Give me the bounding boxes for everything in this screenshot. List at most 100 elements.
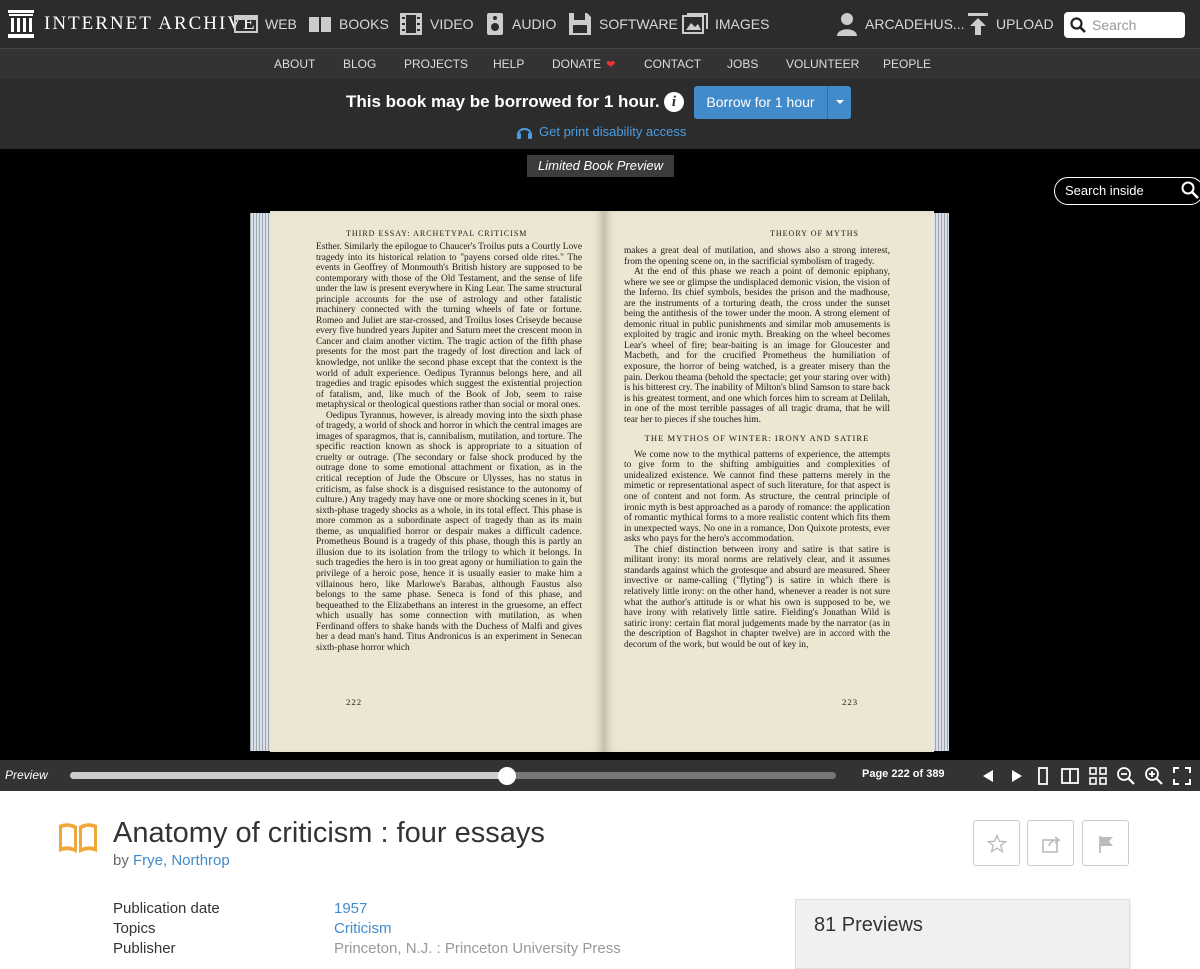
byline-prefix: by xyxy=(113,852,129,869)
nav-web-label: WEB xyxy=(265,16,297,32)
nav-audio[interactable]: AUDIO xyxy=(485,0,556,48)
flag-button[interactable] xyxy=(1082,820,1129,866)
metadata-value-topics[interactable]: Criticism xyxy=(334,920,392,937)
search-inside-input[interactable]: Search inside xyxy=(1054,177,1200,205)
page-edges-right xyxy=(933,213,949,751)
metadata-label-topics: Topics xyxy=(113,920,156,937)
preview-mode-label: Preview xyxy=(5,768,48,782)
subnav-contact[interactable]: CONTACT xyxy=(644,49,701,79)
metadata-value-publication-date[interactable]: 1957 xyxy=(334,900,367,917)
previews-count: 81 Previews xyxy=(814,914,923,936)
page-edges-left xyxy=(250,213,272,751)
site-search-placeholder: Search xyxy=(1092,17,1137,33)
share-button[interactable] xyxy=(1027,820,1074,866)
zoom-in-icon[interactable] xyxy=(1144,766,1164,786)
page-paragraph: At the end of this phase we reach a poin… xyxy=(624,267,890,425)
search-inside-icon[interactable] xyxy=(1181,181,1199,199)
borrow-message: This book may be borrowed for 1 hour. xyxy=(346,92,660,111)
page-folio: 222 xyxy=(346,697,363,707)
subnav-projects[interactable]: PROJECTS xyxy=(404,49,468,79)
secondary-navigation: ABOUT BLOG PROJECTS HELP DONATE ❤ CONTACT… xyxy=(0,48,1200,79)
page-paragraph: makes a great deal of mutilation, and sh… xyxy=(624,246,890,267)
search-icon xyxy=(1070,17,1086,33)
software-icon xyxy=(569,13,591,35)
user-icon xyxy=(837,13,857,36)
site-logo[interactable]: INTERNET ARCHIVE xyxy=(8,10,257,38)
running-head: THEORY OF MYTHS xyxy=(770,229,859,238)
share-icon xyxy=(1042,836,1061,853)
site-search-input[interactable]: Search xyxy=(1064,12,1185,38)
nav-books-label: BOOKS xyxy=(339,16,389,32)
nav-books[interactable]: BOOKS xyxy=(308,0,389,48)
headphones-icon xyxy=(517,127,532,139)
upload-button[interactable]: UPLOAD xyxy=(967,0,1054,48)
video-icon xyxy=(400,13,422,35)
nav-software[interactable]: SOFTWARE xyxy=(568,0,678,48)
print-disability-label: Get print disability access xyxy=(539,124,687,139)
subnav-blog[interactable]: BLOG xyxy=(343,49,376,79)
page-slider-track[interactable] xyxy=(70,772,836,779)
web-icon xyxy=(234,15,258,33)
top-navigation: INTERNET ARCHIVE WEB BOOKS VIDEO AUDIO S… xyxy=(0,0,1200,48)
next-page-icon[interactable] xyxy=(1006,766,1026,786)
username: ARCADEHUS... xyxy=(865,16,965,32)
nav-video-label: VIDEO xyxy=(430,16,474,32)
section-heading: THE MYTHOS OF WINTER: IRONY AND SATIRE xyxy=(644,433,870,444)
subnav-donate-label: DONATE xyxy=(552,57,602,71)
book-page-right[interactable]: THEORY OF MYTHS makes a great deal of mu… xyxy=(604,211,934,752)
book-page-left[interactable]: THIRD ESSAY: ARCHETYPAL CRITICISM Esther… xyxy=(270,211,604,752)
archive-logo-icon xyxy=(8,10,34,38)
flag-icon xyxy=(1099,836,1113,853)
subnav-donate[interactable]: DONATE ❤ xyxy=(552,49,615,79)
item-byline: by Frye, Northrop xyxy=(113,852,230,869)
running-head: THIRD ESSAY: ARCHETYPAL CRITICISM xyxy=(346,229,528,238)
star-icon xyxy=(987,834,1007,854)
books-icon xyxy=(309,17,331,32)
single-page-view-icon[interactable] xyxy=(1033,766,1053,786)
author-link[interactable]: Frye, Northrop xyxy=(133,852,230,869)
heart-icon: ❤ xyxy=(606,59,616,71)
upload-label: UPLOAD xyxy=(996,16,1054,32)
borrow-button[interactable]: Borrow for 1 hour xyxy=(694,86,827,119)
page-indicator: Page 222 of 389 xyxy=(862,768,945,780)
subnav-jobs[interactable]: JOBS xyxy=(727,49,758,79)
page-body: makes a great deal of mutilation, and sh… xyxy=(624,246,890,650)
nav-audio-label: AUDIO xyxy=(512,16,557,32)
nav-software-label: SOFTWARE xyxy=(599,16,678,32)
fullscreen-icon[interactable] xyxy=(1172,766,1192,786)
nav-web[interactable]: WEB xyxy=(234,0,297,48)
audio-icon xyxy=(487,13,503,35)
page-slider-fill xyxy=(70,772,508,779)
two-page-view-icon[interactable] xyxy=(1060,766,1080,786)
limited-preview-label: Limited Book Preview xyxy=(527,155,674,177)
previous-page-icon[interactable] xyxy=(979,766,999,786)
metadata-label-publisher: Publisher xyxy=(113,940,176,957)
page-paragraph: Esther. Similarly the epilogue to Chauce… xyxy=(316,242,582,411)
user-account-menu[interactable]: ARCADEHUS... xyxy=(836,0,965,48)
subnav-volunteer[interactable]: VOLUNTEER xyxy=(786,49,859,79)
book-icon xyxy=(59,823,97,853)
favorite-button[interactable] xyxy=(973,820,1020,866)
metadata-label-publication-date: Publication date xyxy=(113,900,220,917)
print-disability-link[interactable]: Get print disability access xyxy=(516,124,686,139)
images-icon xyxy=(682,13,708,34)
zoom-out-icon[interactable] xyxy=(1116,766,1136,786)
nav-images[interactable]: IMAGES xyxy=(682,0,769,48)
upload-icon xyxy=(968,13,988,35)
subnav-about[interactable]: ABOUT xyxy=(274,49,315,79)
page-paragraph: The chief distinction between irony and … xyxy=(624,544,890,650)
site-name: INTERNET ARCHIVE xyxy=(44,13,257,34)
page-body: Esther. Similarly the epilogue to Chauce… xyxy=(316,242,582,653)
subnav-people[interactable]: PEOPLE xyxy=(883,49,931,79)
nav-images-label: IMAGES xyxy=(715,16,770,32)
page-paragraph: Oedipus Tyrannus, however, is already mo… xyxy=(316,410,582,653)
page-folio: 223 xyxy=(842,697,859,707)
subnav-help[interactable]: HELP xyxy=(493,49,524,79)
borrow-options-dropdown[interactable] xyxy=(827,86,851,119)
item-title: Anatomy of criticism : four essays xyxy=(113,817,545,849)
thumbnail-view-icon[interactable] xyxy=(1088,766,1108,786)
info-icon[interactable]: i xyxy=(664,92,684,112)
nav-video[interactable]: VIDEO xyxy=(399,0,474,48)
page-paragraph: We come now to the mythical patterns of … xyxy=(624,449,890,545)
metadata-value-publisher: Princeton, N.J. : Princeton University P… xyxy=(334,940,621,957)
